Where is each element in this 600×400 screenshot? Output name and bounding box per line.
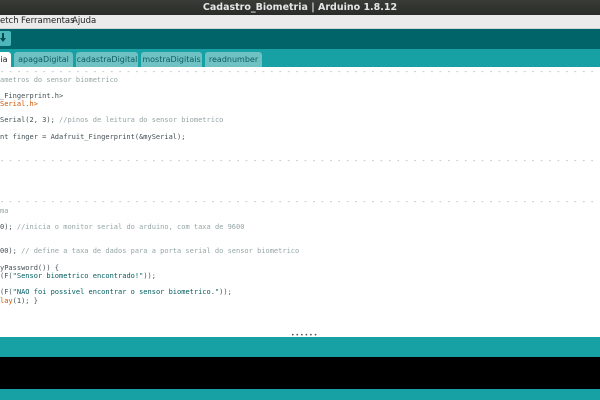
code-token: Serial(2, 3); [0, 116, 55, 124]
code-string: "NAO foi possivel encontrar o sensor bio… [12, 288, 220, 296]
code-line: Serial.h> [0, 100, 38, 108]
code-line: ma [0, 207, 9, 215]
code-line: nt finger = Adafruit_Fingerprint(&mySeri… [0, 133, 186, 141]
code-comment: //pinos de leitura do sensor biometrico [54, 116, 224, 124]
console-divider[interactable]: •••••• [0, 333, 600, 357]
menu-help[interactable]: Ajuda [72, 15, 96, 28]
save-button[interactable] [0, 31, 11, 46]
code-token: (F( [0, 288, 13, 296]
code-line: Serial(2, 3); //pinos de leitura do sens… [0, 115, 223, 125]
code-editor[interactable]: - - - - - - - - - - - - - - - - - - - - … [0, 67, 600, 337]
code-line: ametros do sensor biometrico [0, 76, 119, 84]
code-token: (1); } [12, 297, 38, 305]
tab-readnumber[interactable]: readnumber [205, 52, 262, 67]
menu-sketch[interactable]: etch [0, 15, 19, 28]
tab-strip: ia apagaDigital cadastraDigital mostraDi… [0, 49, 600, 67]
code-line: 0); //inicia o monitor serial do arduino… [0, 222, 244, 232]
comment-separator: - - - - - - - - - - - - - - - - - - - - … [0, 157, 595, 165]
code-line: lay(1); } [0, 296, 38, 306]
tab-mostradigitais[interactable]: mostraDigitais [141, 52, 202, 67]
toolbar [0, 29, 600, 49]
code-token: )); [219, 288, 232, 296]
window-title: Cadastro_Biometria | Arduino 1.8.12 [0, 0, 600, 15]
code-token: 00); [0, 247, 17, 255]
tab-cadastradigital[interactable]: cadastraDigital [76, 52, 138, 67]
code-token: )); [143, 272, 156, 280]
code-comment: // define a taxa de dados para a porta s… [16, 247, 300, 255]
code-comment: //inicia o monitor serial do arduino, co… [12, 223, 245, 231]
tab-main[interactable]: ia [0, 52, 11, 67]
code-line: (F("Sensor biometrico encontrado!")); [0, 271, 156, 281]
code-string: "Sensor biometrico encontrado!" [12, 272, 144, 280]
arrow-down-icon [0, 33, 6, 42]
resize-grip-icon[interactable]: •••••• [291, 333, 317, 339]
comment-separator: - - - - - - - - - - - - - - - - - - - - … [0, 198, 595, 206]
menu-bar: etch Ferramentas Ajuda [0, 15, 600, 29]
code-token: (F( [0, 272, 13, 280]
code-line: 00); // define a taxa de dados para a po… [0, 246, 299, 256]
menu-tools[interactable]: Ferramentas [21, 15, 75, 28]
code-function: lay [0, 297, 13, 305]
console-output [0, 357, 600, 389]
tab-apagadigital[interactable]: apagaDigital [14, 52, 73, 67]
status-bar [0, 389, 600, 400]
code-token: 0); [0, 223, 13, 231]
